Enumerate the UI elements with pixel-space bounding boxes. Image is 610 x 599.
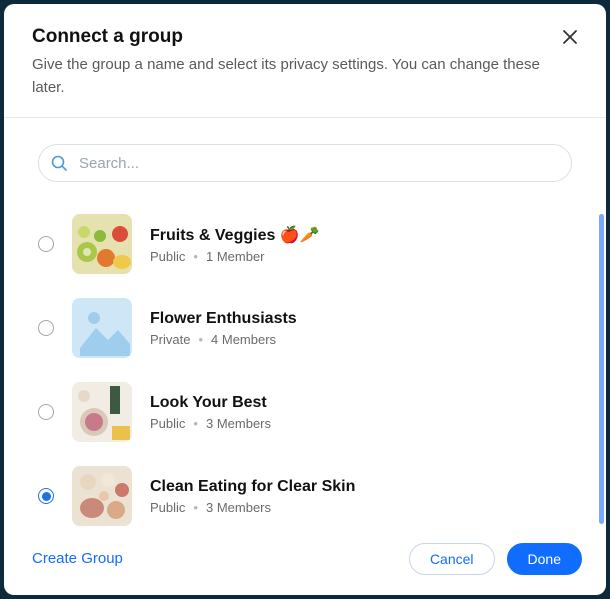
group-row[interactable]: Clean Eating for Clear Skin Public • 3 M…	[32, 454, 578, 528]
modal-body: Fruits & Veggies 🍎🥕 Public • 1 Member	[4, 118, 606, 528]
search-field	[38, 144, 572, 182]
radio-button[interactable]	[38, 320, 54, 336]
group-name: Fruits & Veggies 🍎🥕	[150, 225, 572, 245]
group-row[interactable]: Fruits & Veggies 🍎🥕 Public • 1 Member	[32, 202, 578, 286]
modal-header: Connect a group Give the group a name an…	[4, 4, 606, 118]
group-list: Fruits & Veggies 🍎🥕 Public • 1 Member	[32, 202, 578, 528]
group-meta: Public • 3 Members	[150, 500, 572, 515]
group-row[interactable]: Look Your Best Public • 3 Members	[32, 370, 578, 454]
group-meta: Public • 1 Member	[150, 249, 572, 264]
scrollbar-thumb[interactable]	[599, 214, 604, 524]
group-thumbnail	[72, 382, 132, 442]
radio-button[interactable]	[38, 404, 54, 420]
close-icon	[562, 29, 578, 48]
group-members: 3 Members	[206, 500, 271, 515]
meta-separator: •	[193, 416, 198, 431]
group-name: Clean Eating for Clear Skin	[150, 478, 572, 496]
search-icon	[50, 154, 68, 172]
group-info: Fruits & Veggies 🍎🥕 Public • 1 Member	[150, 225, 572, 264]
meta-separator: •	[198, 332, 203, 347]
group-privacy: Public	[150, 500, 185, 515]
close-button[interactable]	[558, 26, 582, 50]
group-row[interactable]: Flower Enthusiasts Private • 4 Members	[32, 286, 578, 370]
cancel-button[interactable]: Cancel	[409, 543, 495, 575]
group-info: Look Your Best Public • 3 Members	[150, 394, 572, 431]
meta-separator: •	[193, 500, 198, 515]
footer-actions: Cancel Done	[409, 543, 582, 575]
group-members: 3 Members	[206, 416, 271, 431]
search-input[interactable]	[38, 144, 572, 182]
group-info: Flower Enthusiasts Private • 4 Members	[150, 310, 572, 347]
modal-footer: Create Group Cancel Done	[4, 528, 606, 595]
modal-subtitle: Give the group a name and select its pri…	[32, 54, 552, 99]
modal-title: Connect a group	[32, 26, 578, 48]
radio-button[interactable]	[38, 236, 54, 252]
group-name: Flower Enthusiasts	[150, 310, 572, 328]
create-group-link[interactable]: Create Group	[32, 542, 123, 575]
done-button[interactable]: Done	[507, 543, 582, 575]
radio-button[interactable]	[38, 488, 54, 504]
group-thumbnail	[72, 298, 132, 358]
group-members: 1 Member	[206, 249, 265, 264]
meta-separator: •	[193, 249, 198, 264]
group-thumbnail	[72, 466, 132, 526]
group-members: 4 Members	[211, 332, 276, 347]
group-meta: Private • 4 Members	[150, 332, 572, 347]
group-thumbnail	[72, 214, 132, 274]
group-info: Clean Eating for Clear Skin Public • 3 M…	[150, 478, 572, 515]
group-name: Look Your Best	[150, 394, 572, 412]
group-privacy: Public	[150, 249, 185, 264]
group-privacy: Public	[150, 416, 185, 431]
group-meta: Public • 3 Members	[150, 416, 572, 431]
connect-group-modal: Connect a group Give the group a name an…	[4, 4, 606, 595]
group-privacy: Private	[150, 332, 190, 347]
